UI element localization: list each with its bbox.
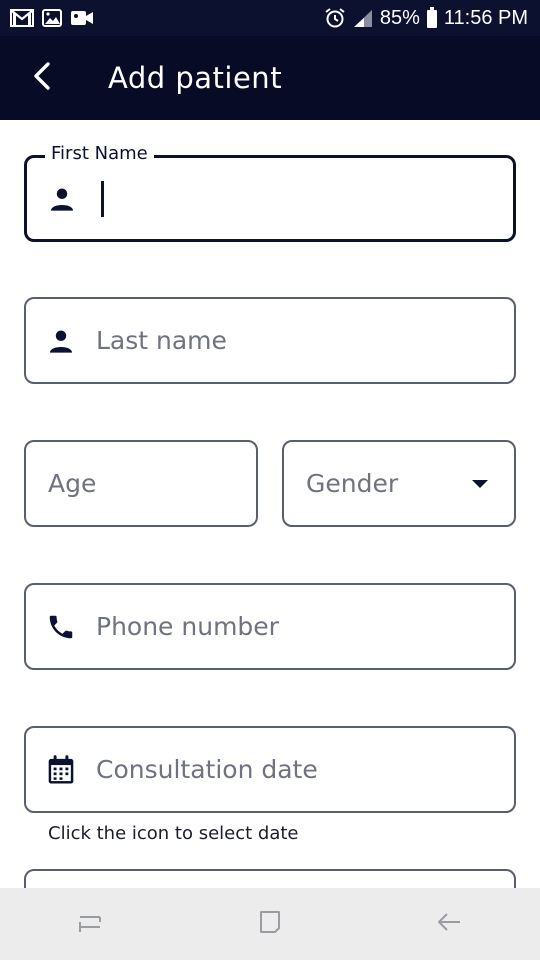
next-field-partial[interactable] [24,869,516,888]
gender-dropdown[interactable]: Gender [282,440,516,527]
status-bar: 85% 11:56 PM [0,0,540,36]
back-arrow-icon [31,61,53,96]
home-button[interactable] [240,894,300,954]
first-name-field[interactable]: First Name [24,143,516,242]
navigation-bar [0,888,540,960]
first-name-label: First Name [45,143,154,164]
signal-icon [352,8,374,28]
person-icon [27,185,97,213]
home-icon [256,908,284,941]
last-name-field[interactable]: Last name [24,297,516,384]
person-icon [26,327,96,355]
clock-time: 11:56 PM [443,6,528,29]
age-field[interactable]: Age [24,440,258,527]
phone-number-placeholder: Phone number [96,612,279,641]
last-name-placeholder: Last name [96,326,227,355]
back-button[interactable] [0,36,84,120]
page-title: Add patient [108,61,283,95]
video-icon [70,9,94,27]
consultation-date-placeholder: Consultation date [96,755,318,784]
recents-icon [76,908,104,941]
alarm-icon [324,7,346,29]
status-right: 85% 11:56 PM [324,7,528,30]
dropdown-arrow-icon [472,479,488,488]
back-icon [436,908,464,941]
phone-icon [26,612,96,642]
age-placeholder: Age [48,469,97,498]
add-patient-form: First Name Last name Age Gender Phone nu… [0,120,540,888]
status-left [10,9,94,27]
gender-placeholder: Gender [306,469,399,498]
battery-icon [426,7,438,29]
consultation-date-helper: Click the icon to select date [48,823,299,844]
app-bar: Add patient [0,36,540,120]
gmail-icon [10,9,34,27]
phone-number-field[interactable]: Phone number [24,583,516,670]
consultation-date-field[interactable]: Consultation date [24,726,516,813]
gallery-icon [42,9,62,27]
battery-percent: 85% [379,6,420,29]
recents-button[interactable] [60,894,120,954]
calendar-icon[interactable] [26,754,96,786]
nav-back-button[interactable] [420,894,480,954]
text-cursor [101,180,104,217]
